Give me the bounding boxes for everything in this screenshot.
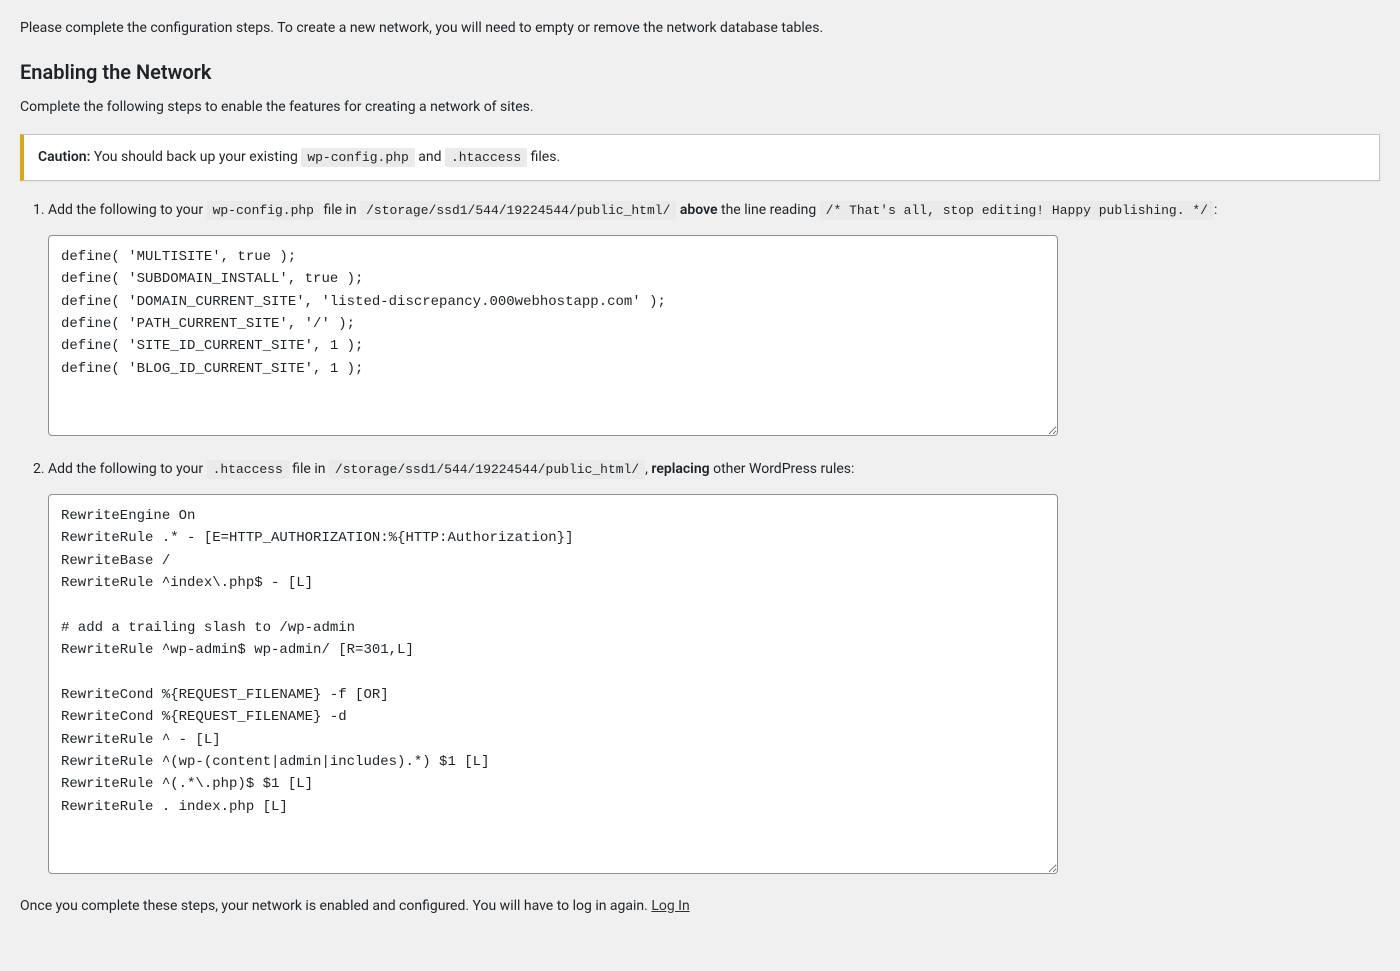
step1-stop-comment: /* That's all, stop editing! Happy publi… <box>820 201 1214 220</box>
step1-text-c: the line reading <box>718 202 820 218</box>
caution-separator: and <box>415 149 445 165</box>
step2-replacing-word: replacing <box>651 461 709 477</box>
section-subhead: Complete the following steps to enable t… <box>20 97 1380 118</box>
step1-text-b: file in <box>320 202 360 218</box>
configuration-intro: Please complete the configuration steps.… <box>20 18 1380 39</box>
step1-above-word: above <box>680 202 718 218</box>
closing-text-container: Once you complete these steps, your netw… <box>20 896 1380 917</box>
wp-config-code-textarea[interactable] <box>48 235 1058 436</box>
step2-text-c: other WordPress rules: <box>710 461 855 477</box>
caution-label: Caution: <box>38 149 90 165</box>
file-wp-config: wp-config.php <box>301 148 414 167</box>
step1-trailer: : <box>1214 202 1217 218</box>
caution-text-after: files. <box>527 149 560 165</box>
step-htaccess: Add the following to your .htaccess file… <box>48 458 1380 874</box>
closing-text: Once you complete these steps, your netw… <box>20 898 651 914</box>
step2-text-b: file in <box>289 461 329 477</box>
step-wp-config: Add the following to your wp-config.php … <box>48 199 1380 436</box>
step1-wpconfig-file: wp-config.php <box>207 201 320 220</box>
section-title: Enabling the Network <box>20 57 1380 87</box>
log-in-link[interactable]: Log In <box>651 898 689 914</box>
file-htaccess: .htaccess <box>445 148 527 167</box>
step2-htaccess-file: .htaccess <box>207 460 289 479</box>
caution-text-before: You should back up your existing <box>90 149 301 165</box>
step2-text-a: Add the following to your <box>48 461 207 477</box>
htaccess-code-textarea[interactable] <box>48 494 1058 874</box>
caution-notice: Caution: You should back up your existin… <box>20 134 1380 181</box>
step1-text-a: Add the following to your <box>48 202 207 218</box>
steps-list: Add the following to your wp-config.php … <box>42 199 1380 874</box>
step2-path: /storage/ssd1/544/19224544/public_html/ <box>329 460 645 479</box>
step1-path: /storage/ssd1/544/19224544/public_html/ <box>360 201 676 220</box>
